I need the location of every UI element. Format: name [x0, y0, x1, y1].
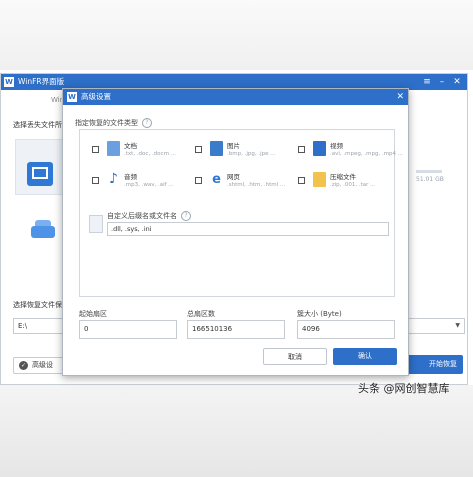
total-sectors-input[interactable]: 166510136 — [187, 320, 285, 339]
checkbox-audio[interactable] — [92, 177, 99, 184]
app-logo-icon: W — [4, 77, 14, 87]
total-sectors-label: 总扇区数 — [187, 310, 215, 318]
type-exts-images: .bmp, .jpg, .jpe ... — [227, 151, 276, 157]
advanced-settings-dialog: W 高级设置 ✕ 指定恢复的文件类型? 文档 .txt, .doc, .docm… — [62, 88, 409, 376]
checkbox-images[interactable] — [195, 146, 202, 153]
type-name-audio: 音频 — [124, 173, 137, 181]
confirm-button[interactable]: 确认 — [333, 348, 397, 365]
image-icon — [210, 141, 223, 156]
minimize-icon[interactable]: – — [436, 76, 448, 88]
archive-icon — [313, 172, 326, 187]
dropdown-arrow-icon: ▼ — [455, 322, 460, 329]
save-path-value: E:\ — [18, 322, 28, 330]
type-exts-audio: .mp3, .wav, .aif ... — [124, 182, 174, 188]
type-exts-videos: .avi, .mpeg, .mpg, .mp4 ... — [330, 151, 404, 157]
dialog-close-icon[interactable]: ✕ — [396, 91, 404, 103]
type-name-webpages: 网页 — [227, 173, 240, 181]
check-circle-icon: ✓ — [19, 361, 28, 370]
custom-ext-label-text: 自定义后缀名或文件名 — [107, 212, 177, 220]
background-bottom — [0, 385, 473, 477]
file-types-label: 指定恢复的文件类型 — [75, 119, 138, 127]
type-name-documents: 文档 — [124, 142, 137, 150]
drive-usage-bar — [416, 170, 442, 173]
dialog-title: 高级设置 — [81, 92, 111, 101]
type-name-videos: 视频 — [330, 142, 343, 150]
music-note-icon: ♪ — [109, 171, 118, 187]
start-sector-input[interactable]: 0 — [79, 320, 177, 339]
checkbox-documents[interactable] — [92, 146, 99, 153]
file-types-section: 指定恢复的文件类型? — [75, 118, 152, 128]
location-section-label: 选择丢失文件所在 — [13, 121, 69, 129]
dialog-titlebar: W 高级设置 ✕ — [63, 89, 408, 105]
type-name-archives: 压缩文件 — [330, 173, 356, 181]
help-icon[interactable]: ? — [181, 211, 191, 221]
type-exts-webpages: .shtml, .htm, .html ... — [227, 182, 286, 188]
close-icon[interactable]: ✕ — [451, 76, 463, 88]
cluster-size-label: 簇大小 (Byte) — [297, 310, 342, 318]
save-section-label: 选择恢复文件保存 — [13, 301, 69, 309]
custom-file-icon — [89, 215, 103, 233]
type-name-images: 图片 — [227, 142, 240, 150]
edge-browser-icon: e — [212, 172, 221, 187]
main-window-title: WinFR界面版 — [18, 77, 65, 86]
checkbox-webpages[interactable] — [195, 177, 202, 184]
watermark: 头条 @网创智慧库 — [358, 382, 450, 395]
hard-drive-icon — [31, 220, 55, 238]
advanced-settings-label: 高级设 — [32, 361, 53, 369]
checkbox-archives[interactable] — [298, 177, 305, 184]
document-icon — [107, 141, 120, 156]
background-top — [0, 0, 473, 70]
type-exts-documents: .txt, .doc, .docm ... — [124, 151, 176, 157]
windows-drive-icon — [27, 162, 53, 186]
app-logo-icon: W — [67, 92, 77, 102]
help-icon[interactable]: ? — [142, 118, 152, 128]
cancel-button[interactable]: 取消 — [263, 348, 327, 365]
type-exts-archives: .zip, .001, .tar ... — [330, 182, 376, 188]
checkbox-videos[interactable] — [298, 146, 305, 153]
video-icon — [313, 141, 326, 156]
menu-icon[interactable]: ≡ — [421, 76, 433, 88]
cluster-size-input[interactable]: 4096 — [297, 320, 395, 339]
custom-ext-input[interactable]: .dll, .sys, .ini — [107, 222, 389, 236]
drive-size-label: 51.01 GB — [416, 176, 444, 183]
advanced-settings-button[interactable]: ✓ 高级设 — [13, 357, 69, 374]
start-sector-label: 起始扇区 — [79, 310, 107, 318]
custom-ext-label: 自定义后缀名或文件名? — [107, 211, 191, 221]
